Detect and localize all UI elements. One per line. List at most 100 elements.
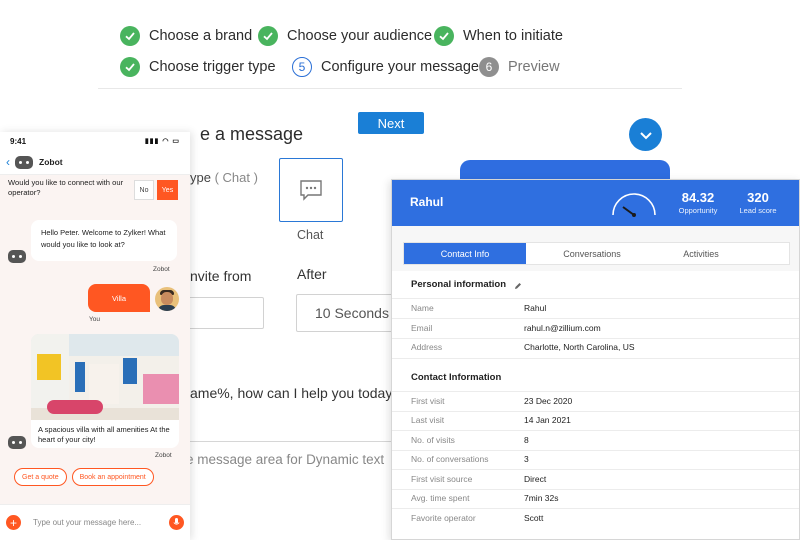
check-icon <box>120 57 140 77</box>
row-value: Charlotte, North Carolina, US <box>524 342 635 352</box>
pencil-icon[interactable] <box>514 282 522 290</box>
step-number: 6 <box>479 57 499 77</box>
status-bar: 9:41 ▮▮▮ ◠ ▭ <box>0 132 190 150</box>
invite-from-input[interactable] <box>184 297 264 329</box>
step-label: Preview <box>508 59 560 75</box>
get-quote-button[interactable]: Get a quote <box>14 468 67 486</box>
user-message-bubble: Villa <box>88 284 150 312</box>
step-when-to-initiate[interactable]: When to initiate <box>434 26 563 46</box>
quick-replies: Get a quote Book an appointment <box>14 468 154 486</box>
gauge-icon <box>612 193 656 217</box>
bot-avatar-icon <box>8 436 26 449</box>
villa-image <box>31 334 179 420</box>
row-value: Direct <box>524 474 547 484</box>
step-preview[interactable]: 6 Preview <box>479 57 560 77</box>
visitor-header: Rahul 84.32 Opportunity 320 Lead score <box>392 180 799 226</box>
contact-info-title: Contact Information <box>411 372 502 383</box>
info-row-email: Email rahul.n@zillium.com <box>392 319 799 339</box>
message-type-label: ype ( Chat ) <box>190 170 258 185</box>
divider <box>98 88 682 89</box>
after-label: After <box>297 266 327 282</box>
no-button[interactable]: No <box>134 180 154 200</box>
message-input[interactable]: Type out your message here... <box>33 518 169 527</box>
back-arrow-icon[interactable]: ‹ <box>6 155 10 169</box>
info-row-favorite-operator: Favorite operator Scott <box>392 509 799 529</box>
villa-caption: A spacious villa with all amenities At t… <box>38 425 170 444</box>
step-label: When to initiate <box>463 28 563 44</box>
contact-info-body: Personal information Name Rahul Email rahu… <box>392 271 799 539</box>
row-key: Favorite operator <box>411 513 476 523</box>
connect-text: Would you like to connect with our opera… <box>8 178 124 197</box>
mic-icon[interactable] <box>169 515 184 530</box>
row-value: 23 Dec 2020 <box>524 396 573 406</box>
tab-contact-info[interactable]: Contact Info <box>404 243 526 264</box>
user-avatar <box>155 287 179 311</box>
row-key: Name <box>411 303 434 313</box>
info-row-address: Address Charlotte, North Carolina, US <box>392 338 799 358</box>
info-row-name: Name Rahul <box>392 299 799 319</box>
chat-header: ‹ Zobot <box>0 150 190 175</box>
bot-sender-label: Zobot <box>155 452 172 459</box>
info-row-last-visit: Last visit 14 Jan 2021 <box>392 411 799 431</box>
message-underline <box>184 441 394 442</box>
dynamic-text-hint[interactable]: e message area for Dynamic text <box>186 452 384 467</box>
opportunity-label: Opportunity <box>678 206 718 215</box>
type-value: ( Chat ) <box>214 170 258 185</box>
step-choose-audience[interactable]: Choose your audience <box>258 26 432 46</box>
step-choose-trigger-type[interactable]: Choose trigger type <box>120 57 276 77</box>
opportunity-value: 84.32 <box>681 190 715 205</box>
row-value: Scott <box>524 513 544 523</box>
visitor-info-panel: Rahul 84.32 Opportunity 320 Lead score C… <box>391 179 800 540</box>
row-key: Email <box>411 323 433 333</box>
status-time: 9:41 <box>10 136 27 146</box>
step-label: Choose trigger type <box>149 59 276 75</box>
step-label: Choose your audience <box>287 28 433 44</box>
opportunity-metric: 84.32 Opportunity <box>670 190 726 215</box>
bot-sender-label: Zobot <box>153 266 170 273</box>
tab-conversations[interactable]: Conversations <box>526 243 658 264</box>
step-configure-message[interactable]: 5 Configure your message <box>292 57 479 77</box>
book-appointment-button[interactable]: Book an appointment <box>71 468 154 486</box>
section-heading: e a message <box>200 124 304 144</box>
info-row-avg-time: Avg. time spent 7min 32s <box>392 489 799 509</box>
message-text[interactable]: ame%, how can I help you today? <box>190 385 400 401</box>
lead-score-value: 320 <box>747 190 769 205</box>
lead-score-label: Lead score <box>739 206 777 215</box>
chevron-down-icon[interactable] <box>629 118 662 151</box>
check-icon <box>434 26 454 46</box>
next-button[interactable]: Next <box>358 112 424 134</box>
chat-type-label: Chat <box>297 228 324 242</box>
after-delay-select[interactable]: 10 Seconds <box>296 294 396 332</box>
row-value: Rahul <box>524 303 547 313</box>
step-label: Choose a brand <box>149 28 253 44</box>
check-icon <box>120 26 140 46</box>
personal-info-title: Personal information <box>411 279 507 290</box>
step-label: Configure your message <box>321 59 479 75</box>
tab-activities[interactable]: Activities <box>658 243 744 264</box>
row-key: Avg. time spent <box>411 493 470 503</box>
invite-from-label: nvite from <box>190 268 252 284</box>
row-key: Address <box>411 342 443 352</box>
bot-name: Zobot <box>39 157 63 167</box>
visitor-tabs: Contact Info Conversations Activities <box>403 242 790 265</box>
visitor-name: Rahul <box>410 195 444 209</box>
plus-icon[interactable]: + <box>6 515 21 530</box>
divider <box>392 358 799 359</box>
row-value: 8 <box>524 435 529 445</box>
user-sender-label: You <box>89 316 100 323</box>
signal-wifi-battery-icon: ▮▮▮ ◠ ▭ <box>144 138 180 145</box>
info-row-visits: No. of visits 8 <box>392 431 799 451</box>
yes-button[interactable]: Yes <box>157 180 178 200</box>
villa-card[interactable]: A spacious villa with all amenities At t… <box>31 334 179 448</box>
row-value: rahul.n@zillium.com <box>524 323 601 333</box>
row-key: First visit source <box>411 474 473 484</box>
row-key: No. of visits <box>411 435 455 445</box>
bot-avatar-icon <box>15 155 33 169</box>
info-row-first-visit-source: First visit source Direct <box>392 470 799 490</box>
row-key: No. of conversations <box>411 454 489 464</box>
chat-type-option[interactable] <box>279 158 343 222</box>
step-choose-brand[interactable]: Choose a brand <box>120 26 252 46</box>
step-number: 5 <box>292 57 312 77</box>
row-value: 14 Jan 2021 <box>524 415 571 425</box>
row-value: 3 <box>524 454 529 464</box>
